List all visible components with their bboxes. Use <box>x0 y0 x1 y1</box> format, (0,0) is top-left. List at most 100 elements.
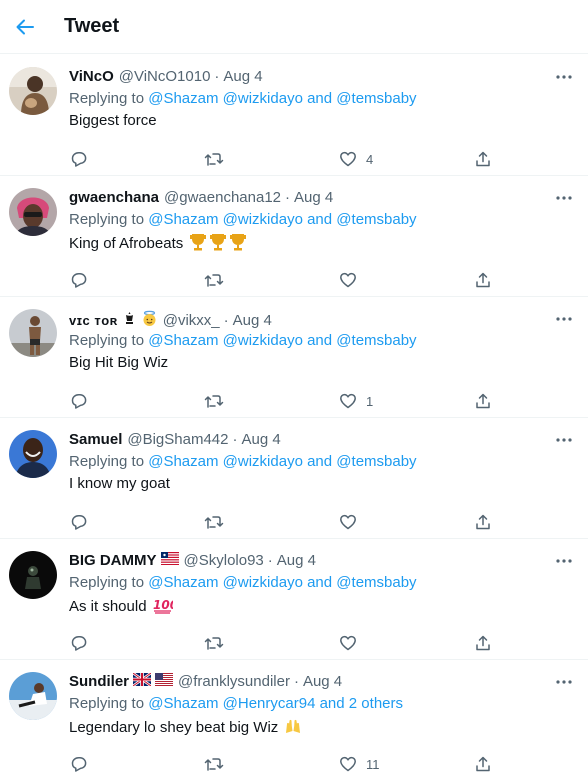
uk-flag-icon <box>132 671 152 690</box>
avatar[interactable] <box>9 430 57 478</box>
display-name[interactable]: BIG DAMMY <box>69 552 157 569</box>
reply-button[interactable] <box>70 391 88 411</box>
reply-button[interactable] <box>70 754 88 774</box>
mention-link[interactable]: @wizkidayo <box>223 211 303 228</box>
heart-icon <box>340 393 356 409</box>
share-button[interactable] <box>474 512 492 532</box>
like-button[interactable] <box>339 633 366 653</box>
like-button[interactable]: 4 <box>339 149 373 169</box>
retweet-button[interactable] <box>204 391 224 411</box>
mention-link[interactable]: @Shazam <box>148 574 218 591</box>
tweet-reply[interactable]: BIG DAMMY @Skylolo93 · Aug 4 Replying to… <box>0 539 588 660</box>
replying-to-line: Replying to @Shazam @wizkidayo and @tems… <box>69 211 417 228</box>
separator-dot: · <box>223 312 229 329</box>
mention-link[interactable]: @Shazam <box>148 90 218 107</box>
avatar[interactable] <box>9 188 57 236</box>
user-handle[interactable]: @vikxx_ <box>163 312 220 329</box>
mention-link[interactable]: @temsbaby <box>336 453 416 470</box>
tweet-author-line: Sundiler @franklysundiler · Aug 4 <box>69 671 342 690</box>
more-dots-icon[interactable] <box>554 555 574 567</box>
reply-button[interactable] <box>70 633 88 653</box>
display-name[interactable]: gwaenchana <box>69 189 159 206</box>
user-handle[interactable]: @gwaenchana12 <box>164 189 281 206</box>
replying-label: Replying to <box>69 695 145 712</box>
retweet-button[interactable] <box>204 270 224 290</box>
reply-button[interactable] <box>70 149 88 169</box>
like-count: 1 <box>366 393 374 409</box>
retweet-button[interactable] <box>204 633 224 653</box>
retweet-button[interactable] <box>204 512 224 532</box>
mention-link[interactable]: @temsbaby <box>336 332 416 349</box>
reply-icon <box>71 394 87 409</box>
like-button[interactable] <box>339 270 366 290</box>
tweet-date[interactable]: Aug 4 <box>294 189 333 206</box>
share-button[interactable] <box>474 754 492 774</box>
user-handle[interactable]: @ViNcO1010 <box>119 68 211 85</box>
mention-link[interactable]: @wizkidayo <box>223 453 303 470</box>
share-button[interactable] <box>474 391 492 411</box>
retweet-button[interactable] <box>204 149 224 169</box>
avatar[interactable] <box>9 551 57 599</box>
tweet-body: As it should <box>69 598 147 615</box>
tweet-date[interactable]: Aug 4 <box>277 552 316 569</box>
avatar[interactable] <box>9 309 57 357</box>
mention-and: and <box>307 90 333 107</box>
like-button[interactable] <box>339 512 366 532</box>
mention-and: and <box>307 332 333 349</box>
more-dots-icon[interactable] <box>554 192 574 204</box>
reply-button[interactable] <box>70 512 88 532</box>
avatar[interactable] <box>9 672 57 720</box>
retweet-icon <box>204 153 224 166</box>
retweet-button[interactable] <box>204 754 224 774</box>
tweet-date[interactable]: Aug 4 <box>223 68 262 85</box>
replying-to-line: Replying to @Shazam @wizkidayo and @tems… <box>69 574 417 591</box>
mention-and: and <box>307 453 333 470</box>
display-name[interactable]: Samuel <box>69 431 122 448</box>
more-dots-icon[interactable] <box>554 434 574 446</box>
mention-link[interactable]: @temsbaby <box>336 211 416 228</box>
tweet-author-line: ᴠɪᴄ ᴛᴏʀ @vikxx_ · Aug 4 <box>69 310 272 331</box>
like-button[interactable]: 1 <box>339 391 373 411</box>
tweet-date[interactable]: Aug 4 <box>233 312 272 329</box>
share-button[interactable] <box>474 633 492 653</box>
tweet-date[interactable]: Aug 4 <box>303 673 342 690</box>
more-dots-icon[interactable] <box>554 676 574 688</box>
share-button[interactable] <box>474 270 492 290</box>
retweet-icon <box>204 758 224 771</box>
user-handle[interactable]: @franklysundiler <box>178 673 290 690</box>
mention-link[interactable]: @wizkidayo <box>223 574 303 591</box>
reply-button[interactable] <box>70 270 88 290</box>
raised-hands-icon <box>284 717 302 739</box>
mention-link[interactable]: @Shazam <box>148 453 218 470</box>
back-button[interactable] <box>12 14 38 40</box>
user-handle[interactable]: @BigSham442 <box>127 431 228 448</box>
like-button[interactable]: 11 <box>339 754 380 774</box>
replying-label: Replying to <box>69 90 145 107</box>
mention-link[interactable]: @Henrycar94 <box>223 695 316 712</box>
mention-link[interactable]: @Shazam <box>148 695 218 712</box>
share-button[interactable] <box>474 149 492 169</box>
display-name[interactable]: ViNcO <box>69 68 114 85</box>
heart-icon <box>340 272 356 288</box>
display-name[interactable]: Sundiler <box>69 673 129 690</box>
mention-link[interactable]: @wizkidayo <box>223 332 303 349</box>
tweet-reply[interactable]: Samuel @BigSham442 · Aug 4 Replying to @… <box>0 418 588 539</box>
display-name[interactable]: ᴠɪᴄ ᴛᴏʀ <box>69 313 118 328</box>
tweet-reply[interactable]: ViNcO @ViNcO1010 · Aug 4 Replying to @Sh… <box>0 55 588 176</box>
mention-link[interactable]: 2 others <box>349 695 403 712</box>
tweet-reply[interactable]: ᴠɪᴄ ᴛᴏʀ @vikxx_ · Aug 4 Replying to @Sha… <box>0 297 588 418</box>
mention-link[interactable]: @wizkidayo <box>223 90 303 107</box>
user-handle[interactable]: @Skylolo93 <box>184 552 264 569</box>
mention-link[interactable]: @temsbaby <box>336 90 416 107</box>
mention-link[interactable]: @Shazam <box>148 211 218 228</box>
reply-icon <box>71 273 87 288</box>
more-dots-icon[interactable] <box>554 313 574 325</box>
mention-link[interactable]: @temsbaby <box>336 574 416 591</box>
avatar[interactable] <box>9 67 57 115</box>
tweet-reply[interactable]: Sundiler @franklysundiler · Aug 4 Replyi… <box>0 660 588 777</box>
mention-link[interactable]: @Shazam <box>148 332 218 349</box>
replying-to-line: Replying to @Shazam @wizkidayo and @tems… <box>69 90 417 107</box>
tweet-date[interactable]: Aug 4 <box>241 431 280 448</box>
more-dots-icon[interactable] <box>554 71 574 83</box>
tweet-reply[interactable]: gwaenchana @gwaenchana12 · Aug 4 Replyin… <box>0 176 588 297</box>
